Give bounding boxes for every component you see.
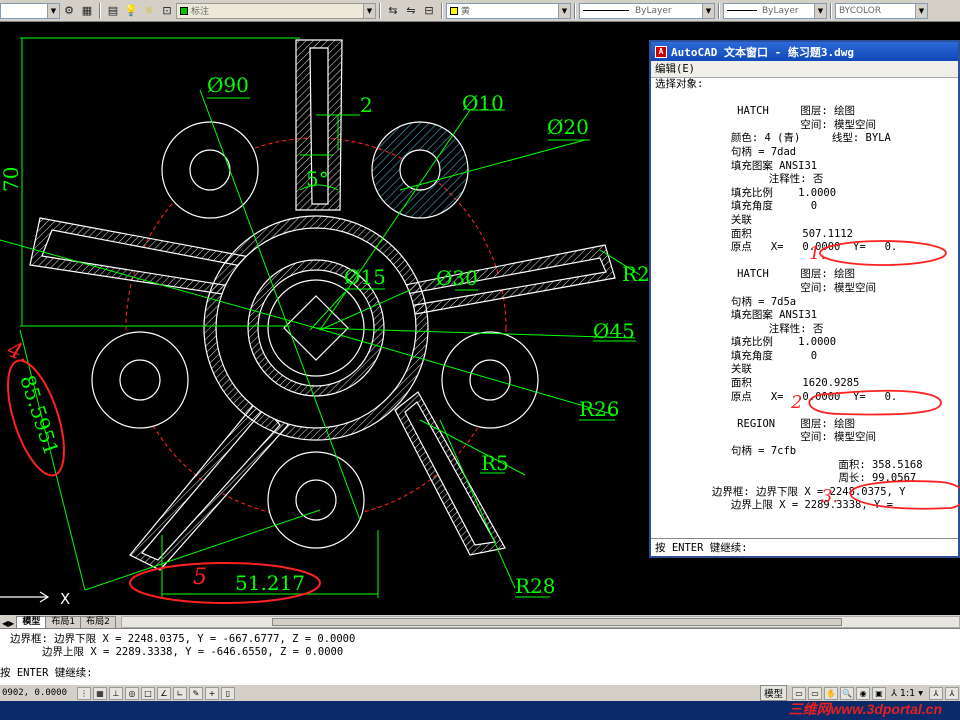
- annotation-scale-value: 1:1: [899, 687, 916, 699]
- annotation-3: 3.: [821, 486, 838, 507]
- dim-d90: Ø90: [207, 73, 249, 97]
- command-history-line-1: 边界框: 边界下限 X = 2248.0375, Y = -667.6777, …: [10, 633, 356, 645]
- chevron-down-icon: ▼: [814, 3, 826, 18]
- osnap-icon[interactable]: □: [141, 686, 155, 700]
- tab-prev-icon[interactable]: ◀▶: [0, 619, 16, 628]
- chevron-down-icon: ▼: [915, 3, 927, 18]
- dim-d20: Ø20: [547, 115, 589, 139]
- zoom-icon[interactable]: 🔍: [840, 686, 855, 700]
- properties-toolbar: ▼ ⚙ ▦ ▤ 💡 ☼ ⊡ 标注 ▼ ⇆ ⇋ ⊟ 黄 ▼ ByLayer ▼ B…: [0, 0, 960, 22]
- layout-tabs: ◀▶ 模型 布局1 布局2: [0, 615, 960, 628]
- polar-icon[interactable]: ◎: [125, 686, 139, 700]
- dim-width-2: 2: [360, 93, 373, 117]
- otrack-icon[interactable]: ∠: [157, 686, 171, 700]
- watermark: 三维网www.3dportal.cn: [788, 701, 943, 717]
- steering-wheel-icon[interactable]: ◉: [856, 686, 871, 700]
- command-line[interactable]: 边界框: 边界下限 X = 2248.0375, Y = -667.6777, …: [0, 628, 960, 684]
- annotation-2: 2: [790, 392, 802, 413]
- tab-layout1[interactable]: 布局1: [45, 616, 82, 628]
- color-swatch-icon: [180, 6, 188, 15]
- lineweight-combo[interactable]: ByLayer ▼: [723, 2, 827, 19]
- linetype-combo[interactable]: ByLayer ▼: [579, 2, 715, 19]
- chevron-down-icon: ▼: [558, 3, 570, 18]
- tab-layout2[interactable]: 布局2: [80, 616, 116, 628]
- dim-d45: Ø45: [593, 319, 635, 343]
- layer-combo[interactable]: ▼: [0, 2, 60, 19]
- command-prompt[interactable]: 按 ENTER 键继续:: [0, 667, 960, 680]
- bulb-icon[interactable]: 💡: [123, 3, 139, 19]
- linetype-value: ByLayer: [635, 5, 672, 16]
- dimstyle-value: 标注: [191, 7, 210, 17]
- dim-d10: Ø10: [462, 91, 504, 115]
- measured-51217: 51.217: [235, 571, 305, 595]
- plotstyle-value: BYCOLOR: [839, 5, 882, 16]
- dim-r28: R28: [515, 574, 556, 598]
- line-sample-icon: [727, 10, 757, 11]
- auto-scale-icon[interactable]: ⅄: [945, 686, 959, 700]
- ucs-icon: [0, 591, 50, 603]
- dim-d15: Ø15: [344, 265, 386, 289]
- dyn-icon[interactable]: ✎: [189, 686, 203, 700]
- snap-icon[interactable]: ⋮: [77, 686, 91, 700]
- dim-r26: R26: [579, 397, 620, 421]
- annotation-scale[interactable]: ⅄ 1:1 ▾: [891, 688, 923, 699]
- dim-height-70: 70: [0, 167, 23, 192]
- chevron-down-icon: ▼: [702, 3, 714, 18]
- text-window-prompt[interactable]: 按 ENTER 键继续:: [651, 538, 958, 556]
- showmotion-icon[interactable]: ▣: [872, 686, 887, 700]
- ortho-icon[interactable]: ⊥: [109, 686, 123, 700]
- scrollbar-thumb[interactable]: [272, 618, 842, 626]
- chevron-down-icon: ▼: [47, 3, 59, 18]
- qp-icon[interactable]: ▯: [221, 686, 235, 700]
- ducs-icon[interactable]: ∟: [173, 686, 187, 700]
- autocad-window: ▼ ⚙ ▦ ▤ 💡 ☼ ⊡ 标注 ▼ ⇆ ⇋ ⊟ 黄 ▼ ByLayer ▼ B…: [0, 0, 960, 720]
- annotation-1: 1.: [809, 243, 826, 264]
- dim-r5: R5: [481, 451, 509, 475]
- horizontal-scrollbar[interactable]: [120, 616, 960, 628]
- ucs-x-label: X: [60, 590, 70, 608]
- dimstyle-combo[interactable]: 标注 ▼: [176, 2, 376, 19]
- layer-manager-icon[interactable]: ▤: [105, 3, 121, 19]
- quick-view-drawings-icon[interactable]: ▭: [808, 686, 823, 700]
- dim-r2: R2: [622, 262, 650, 286]
- model-space-toggle[interactable]: 模型: [760, 685, 788, 701]
- layer-previous-icon[interactable]: ⇆: [385, 3, 401, 19]
- annotation-5: 5: [193, 565, 207, 590]
- line-sample-icon: [583, 10, 629, 11]
- chevron-down-icon: ▼: [363, 3, 375, 18]
- color-value: 黄: [461, 7, 471, 17]
- pan-icon[interactable]: ✋: [824, 686, 839, 700]
- quick-view-layouts-icon[interactable]: ▭: [792, 686, 807, 700]
- grid-icon[interactable]: ▦: [93, 686, 107, 700]
- lock-icon[interactable]: ⊡: [159, 3, 175, 19]
- text-window-annotations: 1. 2 3.: [790, 240, 960, 510]
- command-history-line-2: 边界上限 X = 2289.3338, Y = -646.6550, Z = 0…: [42, 646, 344, 658]
- dim-angle-5: 5°: [306, 167, 329, 191]
- plotstyle-combo[interactable]: BYCOLOR ▼: [835, 2, 928, 19]
- layer-state-icon[interactable]: ▦: [79, 3, 95, 19]
- color-combo[interactable]: 黄 ▼: [446, 2, 571, 19]
- layer-match-icon[interactable]: ⇋: [403, 3, 419, 19]
- lineweight-value: ByLayer: [762, 5, 799, 16]
- sun-icon[interactable]: ☼: [141, 3, 157, 19]
- lwt-icon[interactable]: +: [205, 686, 219, 700]
- tab-model[interactable]: 模型: [16, 616, 47, 628]
- yellow-swatch-icon: [450, 6, 458, 15]
- annotation-visibility-icon[interactable]: ⅄: [929, 686, 943, 700]
- coordinate-readout: 0902, 0.0000: [2, 688, 68, 698]
- text-window[interactable]: A AutoCAD 文本窗口 - 练习题3.dwg 编辑(E) 选择对象: HA…: [649, 40, 960, 558]
- gear-icon[interactable]: ⚙: [61, 3, 77, 19]
- dim-d30: Ø30: [436, 266, 478, 290]
- layer-isolate-icon[interactable]: ⊟: [421, 3, 437, 19]
